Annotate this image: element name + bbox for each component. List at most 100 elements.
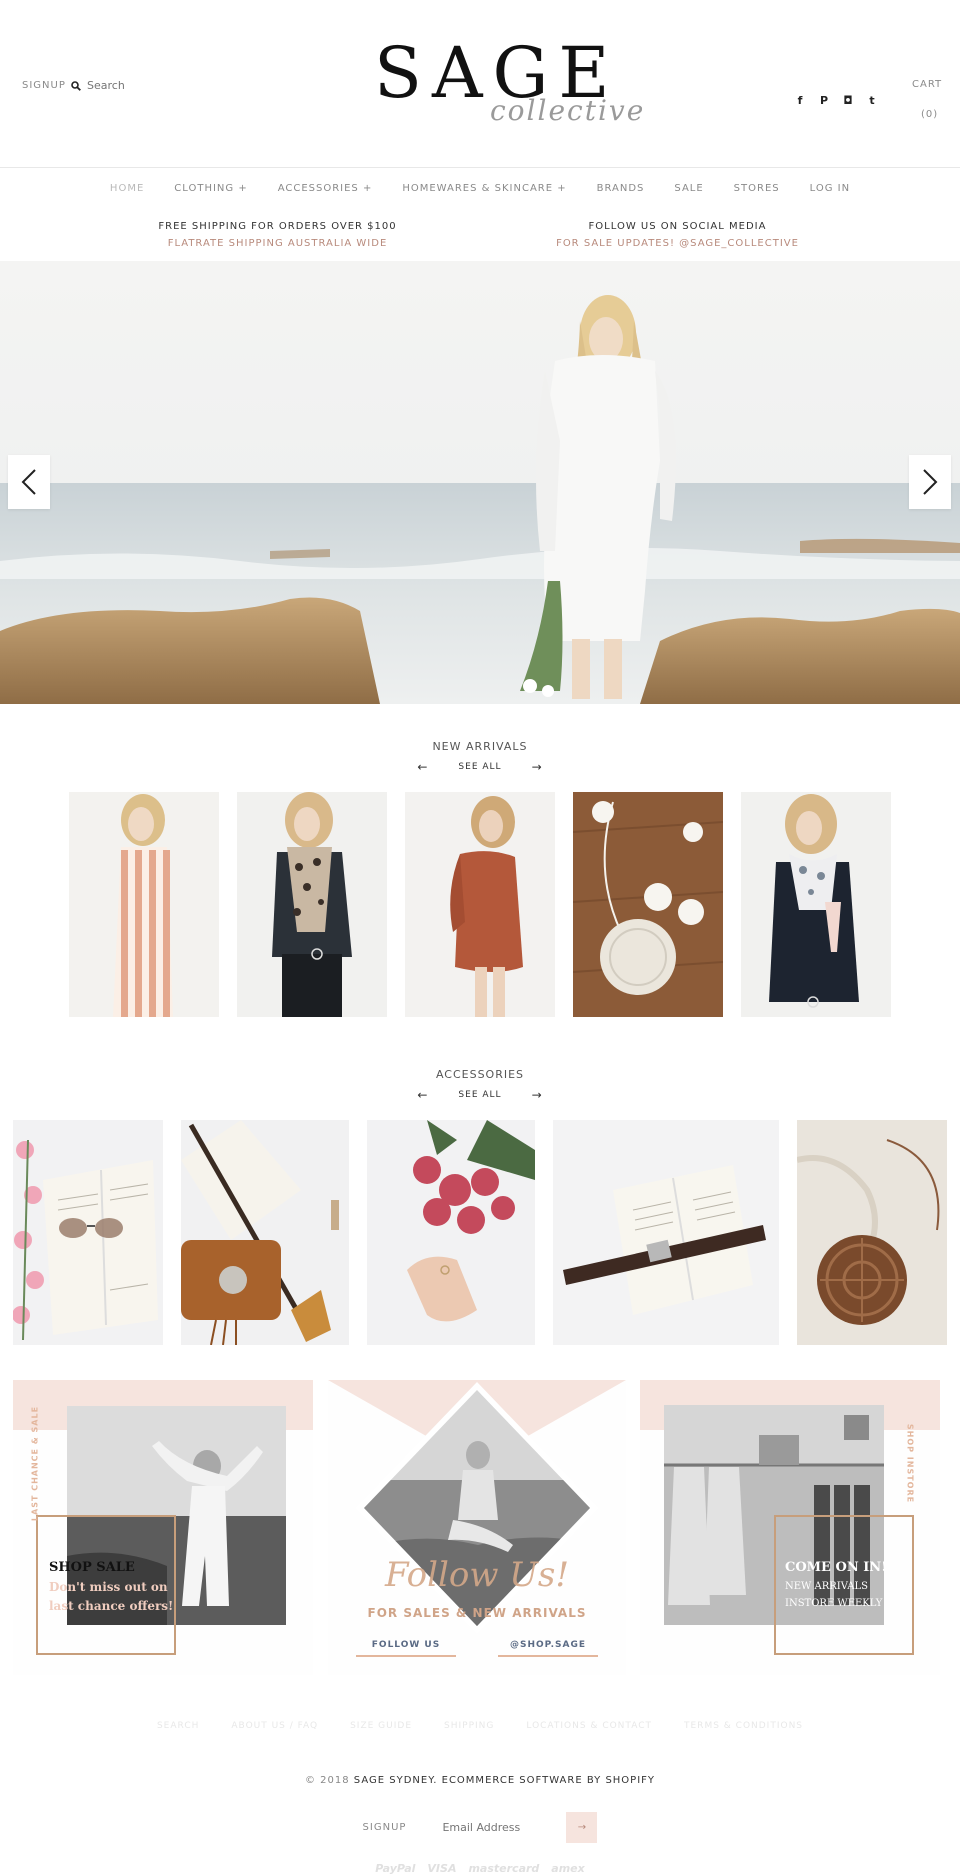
follow-promo-card[interactable]: Follow Us! FOR SALES & NEW ARRIVALS FOLL… <box>328 1380 626 1675</box>
follow-promo-script: Follow Us! <box>384 1555 570 1595</box>
product-card[interactable] <box>367 1120 535 1345</box>
product-card[interactable] <box>237 792 387 1017</box>
tumblr-icon[interactable]: t <box>866 94 878 107</box>
new-arrivals-prev-icon[interactable]: ← <box>417 760 428 774</box>
newsletter-submit-button[interactable]: → <box>566 1812 598 1843</box>
instagram-icon[interactable]: ◘ <box>842 94 854 107</box>
product-image <box>741 792 891 1017</box>
instore-promo-line1: NEW ARRIVALS <box>785 1581 868 1592</box>
visa-icon: VISA <box>427 1862 457 1875</box>
nav-item-sale[interactable]: SALE <box>674 183 703 194</box>
paypal-icon: PayPal <box>375 1862 416 1875</box>
accessories-next-icon[interactable]: → <box>532 1088 543 1102</box>
payment-icons: PayPal VISA mastercard amex <box>0 1862 960 1875</box>
hero-prev-button[interactable] <box>8 455 50 509</box>
main-nav: HOME CLOTHING + ACCESSORIES + HOMEWARES … <box>0 183 960 194</box>
instore-promo-title: COME ON IN! <box>785 1560 887 1575</box>
instore-promo-vertical: SHOP INSTORE <box>905 1423 915 1504</box>
social-info-sub[interactable]: FOR SALE UPDATES! @SAGE_COLLECTIVE <box>540 238 815 249</box>
footer-link-locations[interactable]: LOCATIONS & CONTACT <box>526 1721 652 1731</box>
email-field[interactable] <box>442 1821 553 1834</box>
product-image <box>797 1120 947 1345</box>
sale-promo-title: SHOP SALE <box>49 1560 135 1575</box>
mastercard-icon: mastercard <box>468 1862 540 1875</box>
search-icon <box>71 80 81 91</box>
facebook-icon[interactable]: f <box>794 94 806 107</box>
accessories-controls: ← SEE ALL → <box>0 1088 960 1102</box>
accessories-see-all[interactable]: SEE ALL <box>458 1090 501 1100</box>
product-card[interactable] <box>405 792 555 1017</box>
cart-count[interactable]: (0) <box>921 109 938 120</box>
header-search[interactable] <box>71 79 207 92</box>
product-image <box>553 1120 779 1345</box>
follow-us-button[interactable]: FOLLOW US <box>356 1640 456 1657</box>
footer-link-size-guide[interactable]: SIZE GUIDE <box>350 1721 412 1731</box>
amex-icon: amex <box>551 1862 585 1875</box>
follow-promo-bg <box>328 1380 626 1634</box>
social-info: FOLLOW US ON SOCIAL MEDIA FOR SALE UPDAT… <box>540 221 815 249</box>
sale-promo-line2: last chance offers! <box>49 1599 174 1613</box>
search-input[interactable] <box>87 79 207 92</box>
nav-item-homewares[interactable]: HOMEWARES & SKINCARE + <box>402 183 566 194</box>
sale-promo-card[interactable]: LAST CHANCE & SALE SHOP SALE Don't miss … <box>13 1380 313 1675</box>
signup-link[interactable]: SIGNUP <box>22 80 66 91</box>
new-arrivals-controls: ← SEE ALL → <box>0 760 960 774</box>
footer-link-about[interactable]: ABOUT US / FAQ <box>231 1721 318 1731</box>
new-arrivals-see-all[interactable]: SEE ALL <box>458 762 501 772</box>
logo-sub-text: collective <box>490 94 646 127</box>
shipping-info-title: FREE SHIPPING FOR ORDERS OVER $100 <box>158 221 397 232</box>
shipping-info: FREE SHIPPING FOR ORDERS OVER $100 FLATR… <box>140 221 415 249</box>
product-card[interactable] <box>13 1120 163 1345</box>
sale-promo-vertical: LAST CHANCE & SALE <box>30 1405 40 1522</box>
shop-sage-handle-button[interactable]: @SHOP.SAGE <box>498 1640 598 1657</box>
hero-next-button[interactable] <box>909 455 951 509</box>
newsletter-label: SIGNUP <box>362 1822 407 1833</box>
footer-link-shipping[interactable]: SHIPPING <box>444 1721 494 1731</box>
site-logo[interactable]: SAGE collective <box>372 38 643 128</box>
product-image <box>13 1120 163 1345</box>
copyright-year: © 2018 <box>304 1775 350 1786</box>
product-card[interactable] <box>797 1120 947 1345</box>
chevron-right-icon <box>923 469 938 495</box>
new-arrivals-next-icon[interactable]: → <box>532 760 543 774</box>
new-arrivals-title: NEW ARRIVALS <box>432 740 528 753</box>
instore-promo-line2: INSTORE WEEKLY <box>785 1598 883 1609</box>
product-card[interactable] <box>741 792 891 1017</box>
footer-links: SEARCH ABOUT US / FAQ SIZE GUIDE SHIPPIN… <box>0 1721 960 1731</box>
chevron-left-icon <box>21 469 36 495</box>
cart-link[interactable]: CART <box>912 79 942 90</box>
instore-promo-card[interactable]: SHOP INSTORE COME ON IN! NEW ARRIVALS IN… <box>640 1380 940 1675</box>
nav-item-clothing[interactable]: CLOTHING + <box>174 183 247 194</box>
newsletter-form: SIGNUP → <box>0 1812 960 1843</box>
product-card[interactable] <box>573 792 723 1017</box>
pinterest-icon[interactable]: P <box>818 94 830 107</box>
product-image <box>237 792 387 1017</box>
nav-item-accessories[interactable]: ACCESSORIES + <box>278 183 373 194</box>
product-card[interactable] <box>69 792 219 1017</box>
accessories-title: ACCESSORIES <box>435 1068 525 1081</box>
copyright: © 2018 SAGE SYDNEY. ECOMMERCE SOFTWARE B… <box>0 1775 960 1786</box>
shipping-info-sub: FLATRATE SHIPPING AUSTRALIA WIDE <box>167 238 388 249</box>
product-image <box>367 1120 535 1345</box>
nav-divider <box>0 167 960 168</box>
product-image <box>405 792 555 1017</box>
hero-slideshow[interactable] <box>0 261 960 704</box>
product-image <box>181 1120 349 1345</box>
hero-image <box>0 261 960 704</box>
nav-item-home[interactable]: HOME <box>110 183 144 194</box>
footer-link-search[interactable]: SEARCH <box>157 1721 199 1731</box>
product-card[interactable] <box>553 1120 779 1345</box>
follow-promo-subtitle: FOR SALES & NEW ARRIVALS <box>367 1606 587 1620</box>
product-card[interactable] <box>181 1120 349 1345</box>
nav-item-login[interactable]: LOG IN <box>810 183 850 194</box>
social-links: f P ◘ t <box>794 94 878 107</box>
accessories-prev-icon[interactable]: ← <box>417 1088 428 1102</box>
product-image <box>573 792 723 1017</box>
product-image <box>69 792 219 1017</box>
nav-item-stores[interactable]: STORES <box>734 183 780 194</box>
social-info-title: FOLLOW US ON SOCIAL MEDIA <box>588 221 767 232</box>
sale-promo-line1: Don't miss out on <box>49 1580 168 1594</box>
footer-link-terms[interactable]: TERMS & CONDITIONS <box>684 1721 803 1731</box>
nav-item-brands[interactable]: BRANDS <box>597 183 645 194</box>
copyright-text[interactable]: SAGE SYDNEY. ECOMMERCE SOFTWARE BY SHOPI… <box>354 1775 655 1786</box>
